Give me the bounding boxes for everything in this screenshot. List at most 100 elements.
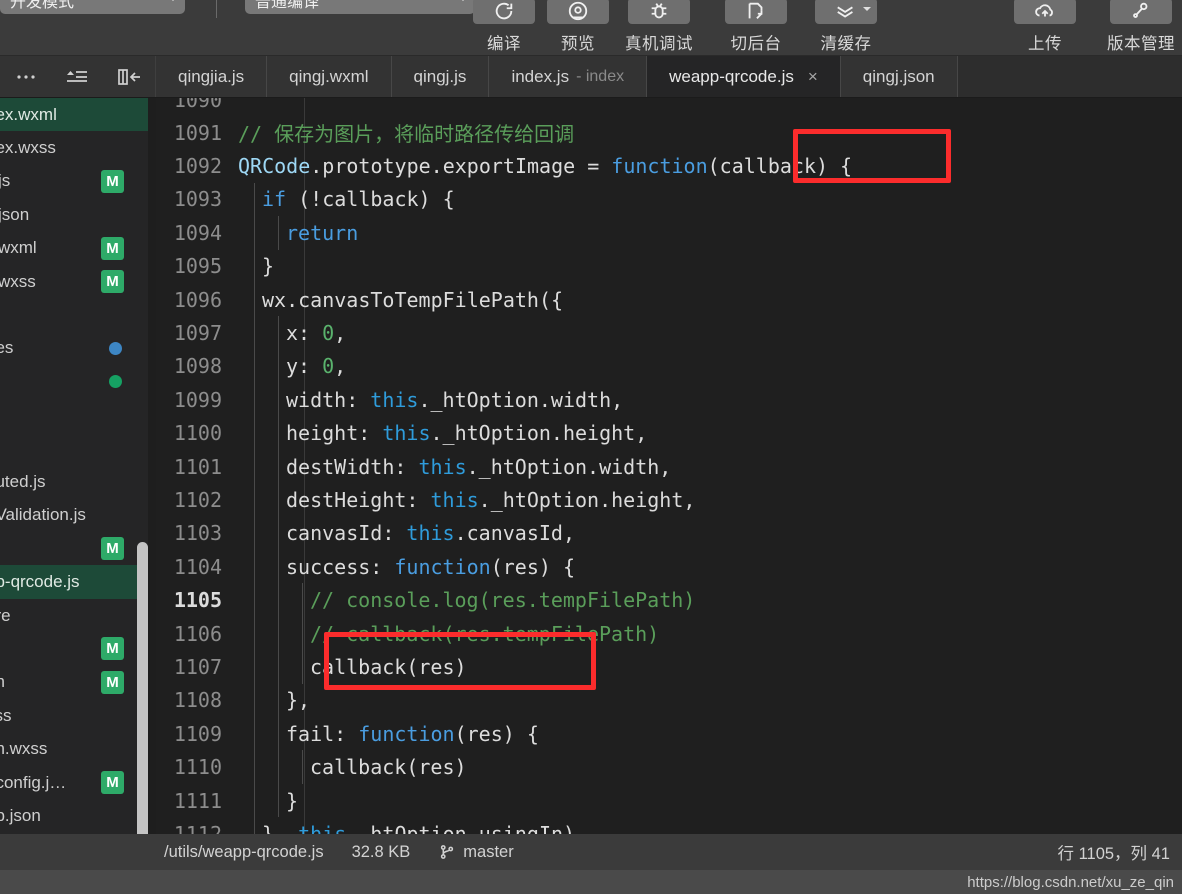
code-line[interactable]: 1091 // 保存为图片，将临时路径传给回调 [156,116,1182,149]
code-line[interactable]: 1096 wx.canvasToTempFilePath({ [156,282,1182,317]
code-token: wx.canvasToTempFilePath({ [262,287,564,312]
code-line[interactable]: 1109 fail: function(res) { [156,717,1182,751]
code-line[interactable]: 1105 // console.log(res.tempFilePath) [156,583,1182,617]
close-icon[interactable]: × [808,68,818,85]
toolbar-button-preview[interactable]: 预览 [541,0,615,54]
tab-qingj-wxml[interactable]: qingj.wxml [267,56,392,97]
upload-button-face[interactable] [1014,0,1076,24]
toolbar-button-compile[interactable]: 编译 [467,0,541,54]
clear-cache-button-face[interactable] [815,0,877,24]
code-text: destWidth: this._htOption.width, [238,455,671,479]
indent-guide [278,416,279,450]
file-list-item[interactable]: M [0,632,156,665]
version-control-button-face[interactable] [1110,0,1172,24]
toolbar-button-clear-cache[interactable]: 清缓存 [809,0,883,54]
toolbar-button-upload[interactable]: 上传 [1008,0,1082,54]
code-text: success: function(res) { [238,555,575,579]
toolbar-label: 清缓存 [820,35,872,53]
file-list-item[interactable]: t.config.j… M [0,766,156,799]
more-options-icon[interactable] [11,63,41,91]
tab-qingj-js[interactable]: qingj.js [391,56,490,97]
indent-guide [302,616,303,651]
preview-button-face[interactable] [547,0,609,24]
code-token: }, [262,821,299,834]
file-list-item[interactable]: ges [0,332,156,365]
code-text: width: this._htOption.width, [238,388,623,412]
line-number: 1093 [173,187,222,212]
code-token: ._htOption.usingIn) [346,821,576,834]
file-list-item[interactable]: y.wxss M [0,265,156,298]
code-line[interactable]: 1110 callback(res) [156,750,1182,784]
file-list-item[interactable]: dex.wxss [0,131,156,164]
file-list-item[interactable]: ui [0,365,156,398]
toolbar-button-realdevice-debug[interactable]: 真机调试 [622,0,696,54]
code-line[interactable]: 1106 // callback(res.tempFilePath) [156,616,1182,651]
tab-label: qingj.json [862,66,935,86]
sidebar-scrollbar-thumb[interactable] [137,542,148,834]
status-branch[interactable]: master [438,843,514,862]
code-text: } [238,789,298,813]
file-list-item[interactable]: y.json [0,198,156,231]
file-list-item[interactable] [0,399,156,432]
file-list-item[interactable]: y.js M [0,165,156,198]
code-text: callback(res) [238,755,467,779]
code-line[interactable]: 1095} [156,249,1182,283]
statusbar-left-filler [0,834,156,870]
code-line[interactable]: 1107 callback(res) [156,650,1182,684]
outline-list-icon[interactable] [62,63,92,91]
code-token: fail: [286,721,359,746]
file-list-item[interactable]: puted.js [0,465,156,498]
compile-button-face[interactable] [473,0,535,24]
file-list-item[interactable]: y.wxml M [0,232,156,265]
code-line[interactable]: 1101 destWidth: this._htOption.width, [156,449,1182,484]
mode-selector[interactable]: 开发模式 [0,0,185,14]
toolbar-button-version-control[interactable]: 版本管理 [1104,0,1178,54]
indent-guide [278,717,279,751]
code-token: (callback) { [707,154,853,179]
code-line[interactable]: 1099 width: this._htOption.width, [156,383,1182,417]
file-list-item[interactable] [0,432,156,465]
file-list-item[interactable]: xss [0,699,156,732]
status-cursor-position[interactable]: 行 1105，列 41 [1057,840,1170,864]
code-line[interactable]: 1100 height: this._htOption.height, [156,416,1182,450]
line-number: 1094 [173,220,222,245]
code-line[interactable]: 1108}, [156,683,1182,718]
compile-selector[interactable]: 普通编译 [245,0,475,14]
file-list-item[interactable]: sM [0,532,156,565]
code-token: QRCode [238,154,311,179]
code-line[interactable]: 1098 y: 0, [156,349,1182,384]
tab-weapp-qrcode-js[interactable]: weapp-qrcode.js × [647,56,841,97]
file-explorer-sidebar[interactable]: dex.wxml dex.wxss y.js My.json y.wxml My.wxss… [0,98,156,834]
code-line[interactable]: 1103 canvasId: this.canvasId, [156,516,1182,551]
code-line[interactable]: 1112}, this._htOption.usingIn) [156,817,1182,834]
code-line[interactable]: 1111} [156,783,1182,818]
tab-qingjia-js[interactable]: qingjia.js [156,56,268,97]
tab-index-js[interactable]: index.js - index [489,56,648,97]
code-token: y: [286,354,323,379]
file-list-item[interactable]: ore [0,599,156,632]
file-name: on.wxss [0,739,48,759]
file-list-item[interactable]: ap.json [0,799,156,832]
code-line[interactable]: 1093 if (!callback) { [156,182,1182,217]
status-file-path[interactable]: /utils/weapp-qrcode.js [164,843,324,862]
realdevice-button-face[interactable] [628,0,690,24]
tab-qingj-json[interactable]: qingj.json [840,56,958,97]
file-list-item[interactable]: dex.wxml [0,98,156,132]
code-editor[interactable]: 1090 1091 // 保存为图片，将临时路径传给回调 1092 QRCode.pro… [156,98,1182,834]
code-line[interactable]: 1094 return [156,216,1182,250]
file-list-item[interactable] [0,298,156,331]
code-line[interactable]: 1097 x: 0, [156,316,1182,350]
switch-background-icon [748,2,763,19]
file-list-item[interactable]: on M [0,666,156,699]
switch-background-button-face[interactable] [725,0,787,24]
toolbar-button-switch-background[interactable]: 切后台 [719,0,793,54]
code-line[interactable]: 1102 destHeight: this._htOption.height, [156,483,1182,517]
file-list-item[interactable]: on.wxss [0,732,156,765]
file-list-item[interactable]: pp-qrcode.js [0,565,156,599]
code-line[interactable]: 1104 success: function(res) { [156,550,1182,584]
code-line[interactable]: 1092 QRCode.prototype.exportImage = funct… [156,149,1182,182]
code-token: canvasId: [286,521,407,546]
collapse-panel-icon[interactable] [114,63,144,91]
file-list-item[interactable]: nValidation.js [0,499,156,532]
indent-guide [278,383,279,417]
